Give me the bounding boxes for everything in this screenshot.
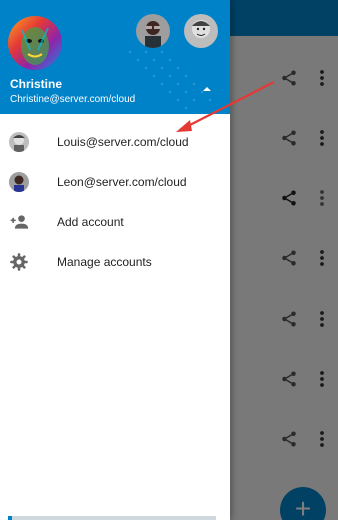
more-options-icon-active[interactable] [317, 189, 327, 207]
drawer-bottom-bar-indicator [8, 516, 12, 520]
manage-accounts-item[interactable]: Manage accounts [0, 242, 230, 282]
current-account-avatar[interactable] [8, 16, 62, 70]
add-account-label: Add account [57, 215, 124, 229]
avatar-leon-icon [9, 172, 29, 192]
account-item-louis[interactable]: Louis@server.com/cloud [0, 122, 230, 162]
account-item-label: Louis@server.com/cloud [57, 135, 189, 149]
account-item-label: Leon@server.com/cloud [57, 175, 187, 189]
avatar-louis-icon [9, 132, 29, 152]
add-person-icon [10, 215, 29, 229]
add-account-item[interactable]: Add account [0, 202, 230, 242]
account-item-leon[interactable]: Leon@server.com/cloud [0, 162, 230, 202]
drawer-header: Christine Christine@server.com/cloud [0, 0, 230, 114]
account-name: Christine [10, 77, 63, 91]
expand-accounts-icon[interactable] [200, 84, 214, 94]
drawer-bottom-bar [8, 516, 216, 520]
switch-account-avatar[interactable] [136, 14, 170, 48]
share-icon-active[interactable] [280, 189, 298, 207]
manage-accounts-label: Manage accounts [57, 255, 152, 269]
navigation-drawer: Christine Christine@server.com/cloud Lou… [0, 0, 230, 520]
switch-account-avatar[interactable] [184, 14, 218, 48]
account-email: Christine@server.com/cloud [10, 94, 136, 105]
gear-icon [10, 253, 28, 271]
